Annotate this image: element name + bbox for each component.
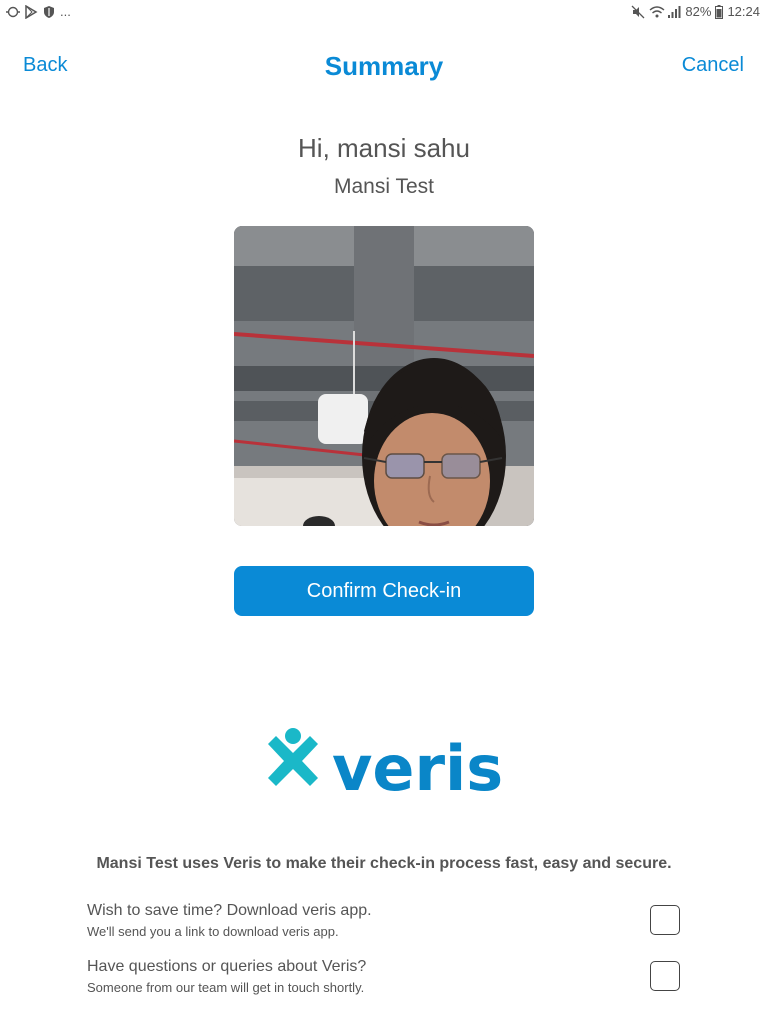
battery-icon xyxy=(715,4,724,19)
svg-text:veris: veris xyxy=(332,732,503,798)
download-app-checkbox[interactable] xyxy=(650,905,680,935)
play-store-icon xyxy=(24,4,38,19)
company-name: Mansi Test xyxy=(334,175,434,198)
top-nav-bar: Back Summary Cancel xyxy=(0,44,768,88)
wifi-icon xyxy=(649,5,665,19)
signal-icon xyxy=(667,5,681,19)
contact-me-checkbox[interactable] xyxy=(650,961,680,991)
status-more: ... xyxy=(60,4,71,19)
mute-icon xyxy=(631,5,645,19)
page-title: Summary xyxy=(324,51,444,81)
status-bar: ... 82% 12:24 xyxy=(0,0,768,26)
clock: 12:24 xyxy=(727,4,760,19)
status-left: ... xyxy=(6,4,71,19)
confirm-check-in-button[interactable]: Confirm Check-in xyxy=(234,566,534,616)
shield-icon xyxy=(42,5,56,19)
contact-me-title: Have questions or queries about Veris? xyxy=(87,958,367,975)
notification-icon xyxy=(6,5,20,19)
visitor-greeting: Hi, mansi sahu xyxy=(298,133,470,163)
download-app-subtitle: We'll send you a link to download veris … xyxy=(87,924,339,939)
veris-logo: veris xyxy=(262,724,506,805)
visitor-photo xyxy=(234,226,534,526)
battery-percent: 82% xyxy=(685,4,712,19)
status-right: 82% 12:24 xyxy=(631,4,760,19)
cancel-button[interactable]: Cancel xyxy=(682,54,744,77)
download-app-title: Wish to save time? Download veris app. xyxy=(87,902,372,919)
download-app-option: Wish to save time? Download veris app. W… xyxy=(87,902,687,946)
check-in-summary-screen: ... 82% 12:24 Back Summary Cancel Hi, ma… xyxy=(0,0,768,1024)
veris-info-text: Mansi Test uses Veris to make their chec… xyxy=(96,855,672,872)
contact-me-subtitle: Someone from our team will get in touch … xyxy=(87,980,365,995)
veris-person-mark xyxy=(268,728,318,786)
contact-me-option: Have questions or queries about Veris? S… xyxy=(87,958,687,1002)
